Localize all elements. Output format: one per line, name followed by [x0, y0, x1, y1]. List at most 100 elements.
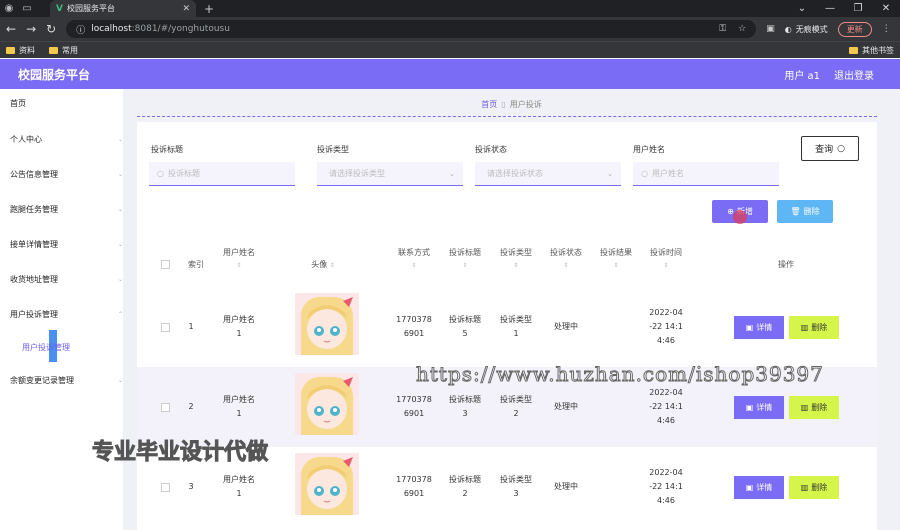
header-type[interactable]: 投诉类型 ⇕ — [493, 246, 539, 272]
cell-line: 3 — [462, 409, 468, 418]
row-delete-button[interactable]: ▥ 删除 — [789, 396, 839, 419]
delete-label: 删除 — [811, 403, 828, 412]
select-all-checkbox[interactable] — [161, 260, 170, 269]
minimize-icon[interactable]: — — [816, 3, 844, 14]
bookmark-star-icon[interactable]: ☆ — [738, 24, 746, 34]
query-button[interactable]: 查询 ○ — [801, 136, 859, 161]
delete-label: 删除 — [811, 323, 828, 332]
complaint-status-select[interactable]: 请选择投诉状态 ⌄ — [475, 162, 621, 186]
sidebar-item-balance[interactable]: 余额变更记录管理 — [10, 375, 74, 386]
cell-line: 投诉类型 — [500, 315, 532, 324]
bookmark-folder-ziliao[interactable]: 资料 — [6, 45, 35, 56]
incognito-indicator[interactable]: ◐ 无痕模式 — [785, 24, 828, 35]
browser-tab[interactable]: V 校园服务平台 ✕ — [50, 0, 196, 17]
cell-title: 投诉标题 2 — [442, 473, 488, 501]
folder-icon — [49, 46, 58, 54]
detail-button[interactable]: ▣ 详情 — [734, 396, 784, 419]
username-input[interactable]: ○ 用户姓名 — [633, 162, 779, 186]
cell-line: 1770378 — [396, 475, 432, 484]
cell-line: 5 — [462, 329, 468, 338]
more-menu-icon[interactable]: ⋮ — [882, 24, 891, 34]
header-label: 用户姓名 — [223, 248, 255, 257]
sort-icon[interactable]: ⇕ — [215, 259, 263, 272]
restore-icon[interactable]: ❐ — [844, 3, 872, 14]
row-checkbox[interactable] — [161, 483, 170, 492]
row-delete-button[interactable]: ▥ 删除 — [789, 316, 839, 339]
breadcrumb: 首页 ▯ 用户投诉 — [123, 99, 900, 110]
incognito-icon: ◐ — [784, 24, 792, 34]
watermark-text: 专业毕业设计代做 — [91, 440, 269, 466]
row-checkbox[interactable] — [161, 323, 170, 332]
batch-delete-button[interactable]: 🗑 删除 — [777, 200, 833, 223]
header-username[interactable]: 用户姓名 ⇕ — [215, 246, 263, 272]
bookmark-label: 其他书签 — [862, 45, 894, 55]
row-checkbox[interactable] — [161, 403, 170, 412]
cell-line: 投诉标题 — [449, 315, 481, 324]
sidebar-item-complaints[interactable]: 用户投诉管理 — [10, 309, 58, 320]
cell-line: 2 — [513, 409, 519, 418]
sidebar-item-home[interactable]: 首页 — [10, 98, 26, 109]
header-time[interactable]: 投诉时间 ⇕ — [643, 246, 689, 272]
tab-close-icon[interactable]: ✕ — [182, 4, 190, 14]
header-label: 投诉时间 — [650, 248, 682, 257]
chevron-down-icon[interactable]: ⌄ — [788, 3, 816, 14]
forward-icon[interactable]: → — [26, 22, 36, 36]
site-info-icon[interactable]: ⓘ — [76, 23, 85, 36]
key-icon[interactable]: ⚿ — [719, 24, 726, 34]
breadcrumb-home[interactable]: 首页 — [481, 100, 497, 109]
update-button[interactable]: 更新 — [837, 21, 872, 37]
cell-line: 1 — [236, 409, 242, 418]
bookmark-folder-other[interactable]: 其他书签 — [849, 45, 894, 56]
sort-icon[interactable]: ⇕ — [543, 259, 589, 272]
sort-icon[interactable]: ⇕ — [442, 259, 488, 272]
input-placeholder: 投诉标题 — [167, 169, 200, 178]
sort-icon[interactable]: ⇕ — [643, 259, 689, 272]
sidebar-item-notices[interactable]: 公告信息管理 — [10, 169, 58, 180]
header-avatar[interactable]: 头像 ⇕ — [297, 258, 349, 272]
new-tab-icon[interactable]: + — [204, 2, 214, 16]
sort-icon[interactable]: ⇕ — [593, 259, 639, 272]
sidebar-item-errands[interactable]: 跑腿任务管理 — [10, 204, 58, 215]
sort-icon[interactable]: ⇕ — [391, 259, 437, 272]
header-result[interactable]: 投诉结果 ⇕ — [593, 246, 639, 272]
sort-icon[interactable]: ⇕ — [330, 262, 335, 269]
browser-menu-icon[interactable]: ◉ — [0, 0, 18, 17]
sort-icon[interactable]: ⇕ — [493, 259, 539, 272]
sidebar-item-addresses[interactable]: 收货地址管理 — [10, 274, 58, 285]
filter-label-username: 用户姓名 — [633, 145, 665, 154]
sidepanel-icon[interactable]: ▣ — [766, 24, 775, 34]
sidebar-item-profile[interactable]: 个人中心 — [10, 134, 42, 145]
cell-line: 6901 — [403, 329, 425, 338]
header-status[interactable]: 投诉状态 ⇕ — [543, 246, 589, 272]
row-delete-button[interactable]: ▥ 删除 — [789, 476, 839, 499]
cell-line: 用户姓名 — [223, 395, 255, 404]
tab-list-icon[interactable]: ▭ — [18, 0, 36, 17]
header-title[interactable]: 投诉标题 ⇕ — [442, 246, 488, 272]
cell-line: 用户姓名 — [223, 315, 255, 324]
divider — [137, 116, 877, 117]
url-input[interactable]: ⓘ localhost:8081/#/yonghutousu ⚿ ☆ — [66, 20, 757, 38]
close-window-icon[interactable]: ✕ — [872, 3, 900, 14]
complaint-title-input[interactable]: ○ 投诉标题 — [149, 162, 295, 186]
cell-line: 4:46 — [657, 496, 675, 505]
app-brand: 校园服务平台 — [18, 67, 91, 82]
sidebar-subitem-complaints[interactable]: 用户投诉管理 — [22, 342, 70, 353]
cell-index: 3 — [188, 482, 194, 491]
detail-button[interactable]: ▣ 详情 — [734, 316, 784, 339]
cell-status: 处理中 — [554, 402, 578, 411]
cell-line: 3 — [513, 489, 519, 498]
logout-link[interactable]: 退出登录 — [834, 67, 874, 82]
complaint-type-select[interactable]: 请选择投诉类型 ⌄ — [317, 162, 463, 186]
avatar — [295, 373, 359, 435]
cell-line: 4:46 — [657, 416, 675, 425]
sidebar-item-orders[interactable]: 接单详情管理 — [10, 239, 58, 250]
cell-time: 2022-04 -22 14:1 4:46 — [643, 306, 689, 348]
bookmark-folder-changyong[interactable]: 常用 — [49, 45, 78, 56]
cell-line: -22 14:1 — [649, 482, 683, 491]
header-contact[interactable]: 联系方式 ⇕ — [391, 246, 437, 272]
select-placeholder: 请选择投诉类型 — [329, 169, 385, 178]
vue-logo-icon: V — [56, 3, 63, 14]
detail-button[interactable]: ▣ 详情 — [734, 476, 784, 499]
reload-icon[interactable]: ↻ — [46, 22, 56, 36]
back-icon[interactable]: ← — [6, 22, 16, 36]
